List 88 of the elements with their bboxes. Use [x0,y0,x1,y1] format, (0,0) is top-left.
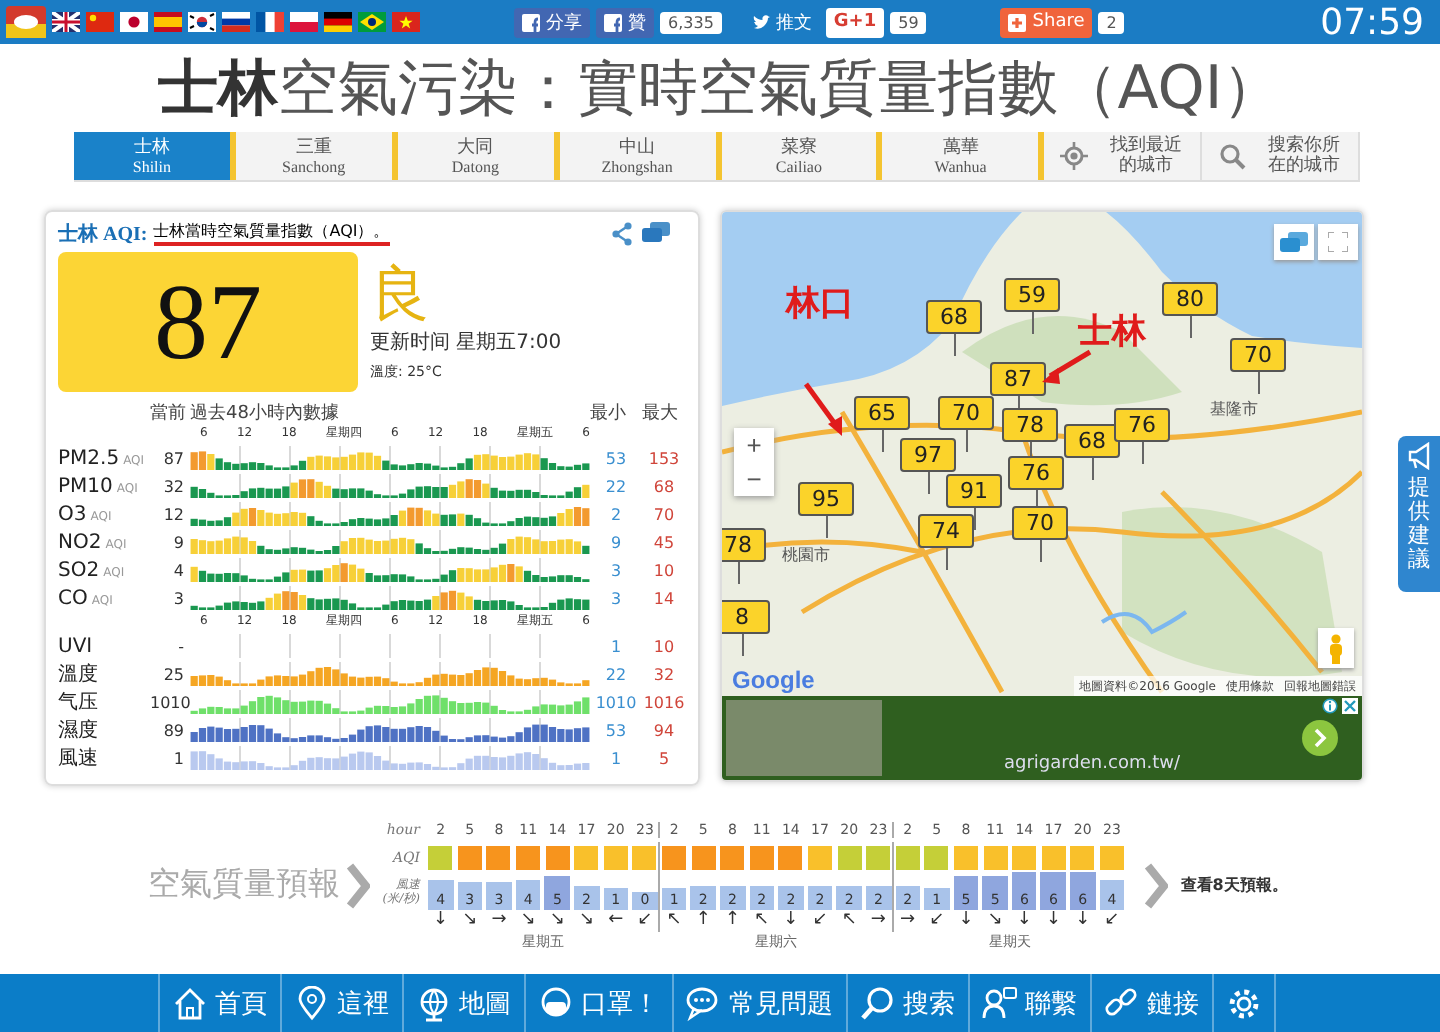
current-value: 32 [161,477,186,495]
wind-direction-arrow: ↑ [724,910,740,930]
map-logo: Google [732,666,815,694]
wind-direction-arrow: ↘ [520,910,536,930]
max-value: 68 [651,477,677,495]
wind-direction-arrow: ← [608,910,624,930]
row-name: NO2 [58,531,102,553]
min-value: 22 [603,665,629,683]
wind-direction-arrow: ↘ [462,910,478,930]
current-value: 1 [171,749,186,767]
wind-direction-arrow: ↑ [695,910,711,930]
max-value: 45 [651,533,677,551]
page-title: 士林空氣污染：實時空氣質量指數（AQI） [157,51,1283,127]
annotation-label: 林口 [786,282,854,326]
aqi-value: 87 [58,252,358,392]
share-count: 59 [890,11,927,33]
row-name: SO2 [58,559,100,581]
row-name: 濕度 [58,717,98,744]
wind-direction-arrow: ↙ [637,910,653,930]
wind-direction-arrow: → [491,910,507,930]
row-name: CO [58,587,88,609]
forecast-title: 空氣質量預報 [148,864,342,906]
max-value: 94 [651,721,677,739]
row-name: PM2.5 [58,447,120,469]
wind-direction-arrow: → [870,910,886,930]
max-value: 10 [651,637,677,655]
min-value: 9 [608,533,624,551]
current-value: 25 [161,665,186,683]
wind-direction-arrow: ↓ [1075,910,1091,930]
current-value: 9 [171,533,186,551]
city-label: 基隆市 [1210,398,1258,420]
wind-direction-arrow: ↙ [929,910,945,930]
min-value: 53 [603,721,629,739]
column-heading: 過去48小時內數據 [190,401,341,426]
wind-direction-arrow: → [900,910,916,930]
aqi-level: 良 [370,263,432,327]
column-heading: 當前 [150,401,188,426]
row-name: UVI [58,635,93,657]
station-name: 士林 AQI: [58,221,148,248]
annotation-label: 士林 [1078,310,1146,354]
wind-direction-arrow: ↓ [958,910,974,930]
min-value: 1 [608,637,624,655]
column-heading: 最小 [590,401,628,426]
current-value: 12 [161,505,186,523]
current-value: 87 [161,449,186,467]
max-value: 32 [651,665,677,683]
wind-direction-arrow: ↙ [1104,910,1120,930]
min-value: 1010 [593,693,639,711]
wind-direction-arrow: ↓ [783,910,799,930]
current-value: 4 [171,561,186,579]
aqi-description: 士林當時空氣質量指數（AQI）。 [153,222,390,246]
row-name: O3 [58,503,87,525]
current-value: 3 [171,589,186,607]
max-value: 153 [646,449,682,467]
max-value: 5 [656,749,672,767]
max-value: 70 [651,505,677,523]
wind-direction-arrow: ↖ [841,910,857,930]
current-value: 89 [161,721,186,739]
row-name: 溫度 [58,661,98,688]
max-value: 14 [651,589,677,607]
wind-direction-arrow: ↘ [987,910,1003,930]
column-heading: 最大 [642,401,680,426]
current-value: 1010 [150,693,190,711]
min-value: 3 [608,589,624,607]
min-value: 2 [608,505,624,523]
row-name: PM10 [58,475,113,497]
clock: 07:59 [1320,1,1424,43]
wind-direction-arrow: ↓ [1045,910,1062,930]
city-label: 桃園市 [782,544,830,566]
min-value: 53 [603,449,629,467]
wind-direction-arrow: ↘ [578,910,595,930]
update-time: 更新时间 星期五7:00 [370,329,562,355]
wind-direction-arrow: ↘ [549,910,565,930]
max-value: 10 [651,561,677,579]
wind-direction-arrow: ↓ [1016,910,1032,930]
row-name: 气压 [58,690,98,716]
share-count: 6,335 [660,11,722,33]
share-count: 2 [1098,11,1125,33]
wind-direction-arrow: ↖ [666,910,682,930]
max-value: 1016 [642,693,686,711]
wind-direction-arrow: ↓ [433,910,449,930]
min-value: 22 [603,477,629,495]
wind-direction-arrow: ↖ [754,910,770,930]
current-value: - [176,637,186,655]
min-value: 3 [608,561,624,579]
row-name: 風速 [58,745,98,772]
min-value: 1 [608,749,624,767]
wind-direction-arrow: ↙ [812,910,828,930]
